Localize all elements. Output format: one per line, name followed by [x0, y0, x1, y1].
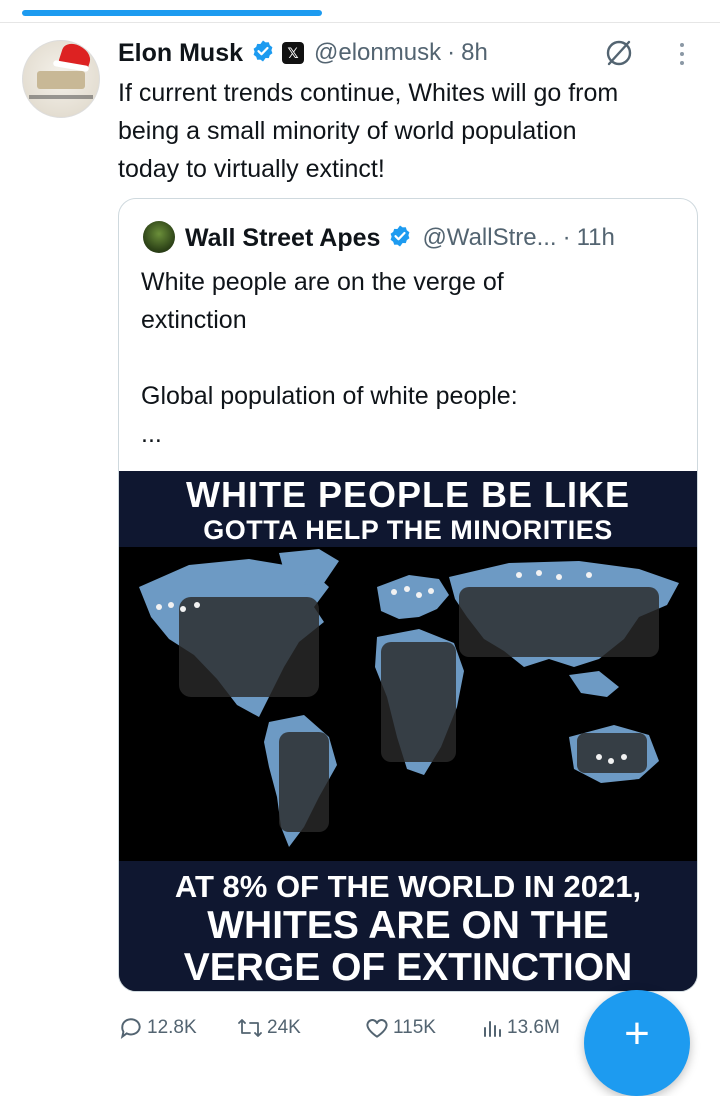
tweet-time[interactable]: 8h — [461, 39, 488, 67]
tweet-header: Elon Musk 𝕏 @elonmusk · 8h — [118, 36, 488, 70]
like-count: 115K — [393, 1017, 436, 1038]
tweet-text-line: being a small minority of world populati… — [118, 117, 577, 145]
image-caption-top-1: WHITE PEOPLE BE LIKE — [185, 474, 631, 515]
quoted-author-avatar[interactable] — [143, 221, 175, 253]
quoted-text-line: extinction — [141, 306, 247, 334]
quoted-tweet-card[interactable]: Wall Street Apes @WallStre... · 11h Whit… — [118, 198, 698, 992]
image-bottom-banner: AT 8% OF THE WORLD IN 2021, WHITES ARE O… — [119, 861, 697, 991]
separator-dot: · — [447, 39, 456, 66]
quoted-text-line: ... — [141, 420, 162, 448]
like-button[interactable]: 115K — [364, 1010, 436, 1046]
loading-progress-track — [0, 0, 720, 23]
image-caption-bottom-3: VERGE OF EXTINCTION — [183, 946, 633, 989]
tweet-action-bar: 12.8K 24K 115K 13.6M — [118, 1010, 588, 1046]
quoted-author-name[interactable]: Wall Street Apes — [185, 224, 380, 253]
x-logo-icon: 𝕏 — [282, 42, 305, 64]
like-icon — [366, 1019, 388, 1038]
tweet-text-line: If current trends continue, Whites will … — [118, 79, 619, 107]
reply-count: 12.8K — [147, 1017, 197, 1038]
grok-icon[interactable] — [604, 38, 634, 68]
reply-button[interactable]: 12.8K — [118, 1010, 197, 1046]
quoted-tweet-image[interactable]: WHITE PEOPLE BE LIKE GOTTA HELP THE MINO… — [119, 471, 697, 991]
quoted-text-line: Global population of white people: — [141, 382, 518, 410]
views-button[interactable]: 13.6M — [480, 1010, 560, 1046]
loading-progress-bar — [22, 10, 322, 16]
image-top-banner: WHITE PEOPLE BE LIKE GOTTA HELP THE MINO… — [119, 471, 697, 547]
image-caption-bottom-2: WHITES ARE ON THE — [207, 904, 609, 947]
quoted-tweet-header: Wall Street Apes @WallStre... · 11h — [185, 221, 615, 255]
author-avatar[interactable] — [22, 40, 100, 118]
repost-count: 24K — [267, 1017, 301, 1038]
quoted-text-line: White people are on the verge of — [141, 268, 504, 296]
author-handle[interactable]: @elonmusk — [314, 39, 441, 67]
quoted-tweet-text: White people are on the verge of extinct… — [141, 263, 681, 453]
separator-dot: · — [562, 224, 571, 251]
repost-icon — [238, 1019, 262, 1037]
image-caption-top-2: GOTTA HELP THE MINORITIES — [203, 515, 613, 545]
views-count: 13.6M — [507, 1017, 560, 1038]
views-icon — [484, 1021, 501, 1037]
compose-button[interactable]: + — [584, 990, 690, 1096]
verified-badge-icon — [388, 224, 412, 253]
reply-icon — [120, 1018, 141, 1040]
world-map-illustration — [119, 547, 697, 861]
quoted-tweet-time[interactable]: 11h — [577, 224, 615, 252]
compose-icon: + — [624, 1009, 650, 1058]
author-name[interactable]: Elon Musk — [118, 39, 243, 68]
verified-badge-icon — [251, 39, 275, 68]
image-caption-bottom-1: AT 8% OF THE WORLD IN 2021, — [174, 869, 642, 904]
repost-button[interactable]: 24K — [236, 1010, 301, 1046]
more-icon[interactable] — [678, 40, 686, 68]
tweet-text: If current trends continue, Whites will … — [118, 74, 708, 188]
tweet-text-line: today to virtually extinct! — [118, 155, 385, 183]
quoted-author-handle[interactable]: @WallStre... — [422, 224, 556, 252]
